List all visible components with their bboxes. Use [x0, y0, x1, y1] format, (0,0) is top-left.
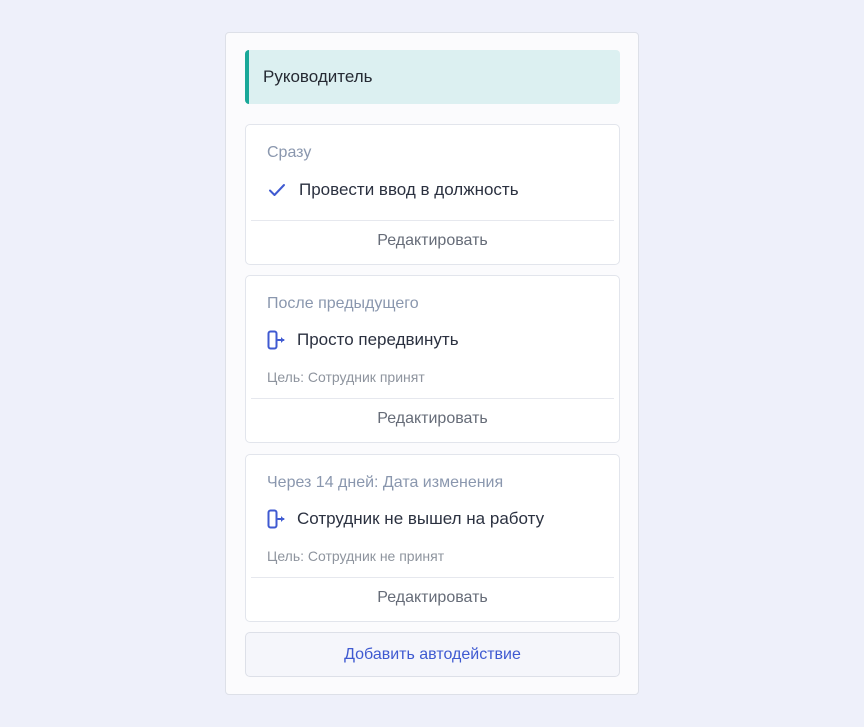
edit-button[interactable]: Редактировать [246, 578, 619, 618]
card-action: Сотрудник не вышел на работу [267, 509, 544, 529]
card-action-label: Провести ввод в должность [299, 180, 519, 199]
add-automation-button[interactable]: Добавить автодействие [245, 632, 620, 677]
automation-card: После предыдущего Просто передвинуть Цел… [245, 275, 620, 443]
card-action-label: Просто передвинуть [297, 330, 459, 349]
check-icon [267, 182, 287, 198]
stage-header: Руководитель [245, 50, 620, 104]
automation-card: Через 14 дней: Дата изменения Сотрудник … [245, 454, 620, 622]
edit-button[interactable]: Редактировать [246, 399, 619, 439]
card-action: Просто передвинуть [267, 330, 459, 350]
card-action: Провести ввод в должность [267, 180, 519, 200]
card-trigger: Через 14 дней: Дата изменения [267, 474, 504, 491]
move-to-stage-icon [267, 509, 285, 529]
card-trigger: После предыдущего [267, 295, 419, 312]
automation-card: Сразу Провести ввод в должность Редактир… [245, 124, 620, 265]
stage-title: Руководитель [263, 67, 373, 86]
card-goal: Цель: Сотрудник не принят [267, 548, 445, 564]
card-trigger: Сразу [267, 144, 312, 161]
edit-button[interactable]: Редактировать [246, 221, 619, 261]
card-goal: Цель: Сотрудник принят [267, 369, 425, 385]
automation-panel: Руководитель Сразу Провести ввод в должн… [225, 32, 639, 695]
move-to-stage-icon [267, 330, 285, 350]
card-action-label: Сотрудник не вышел на работу [297, 509, 545, 528]
